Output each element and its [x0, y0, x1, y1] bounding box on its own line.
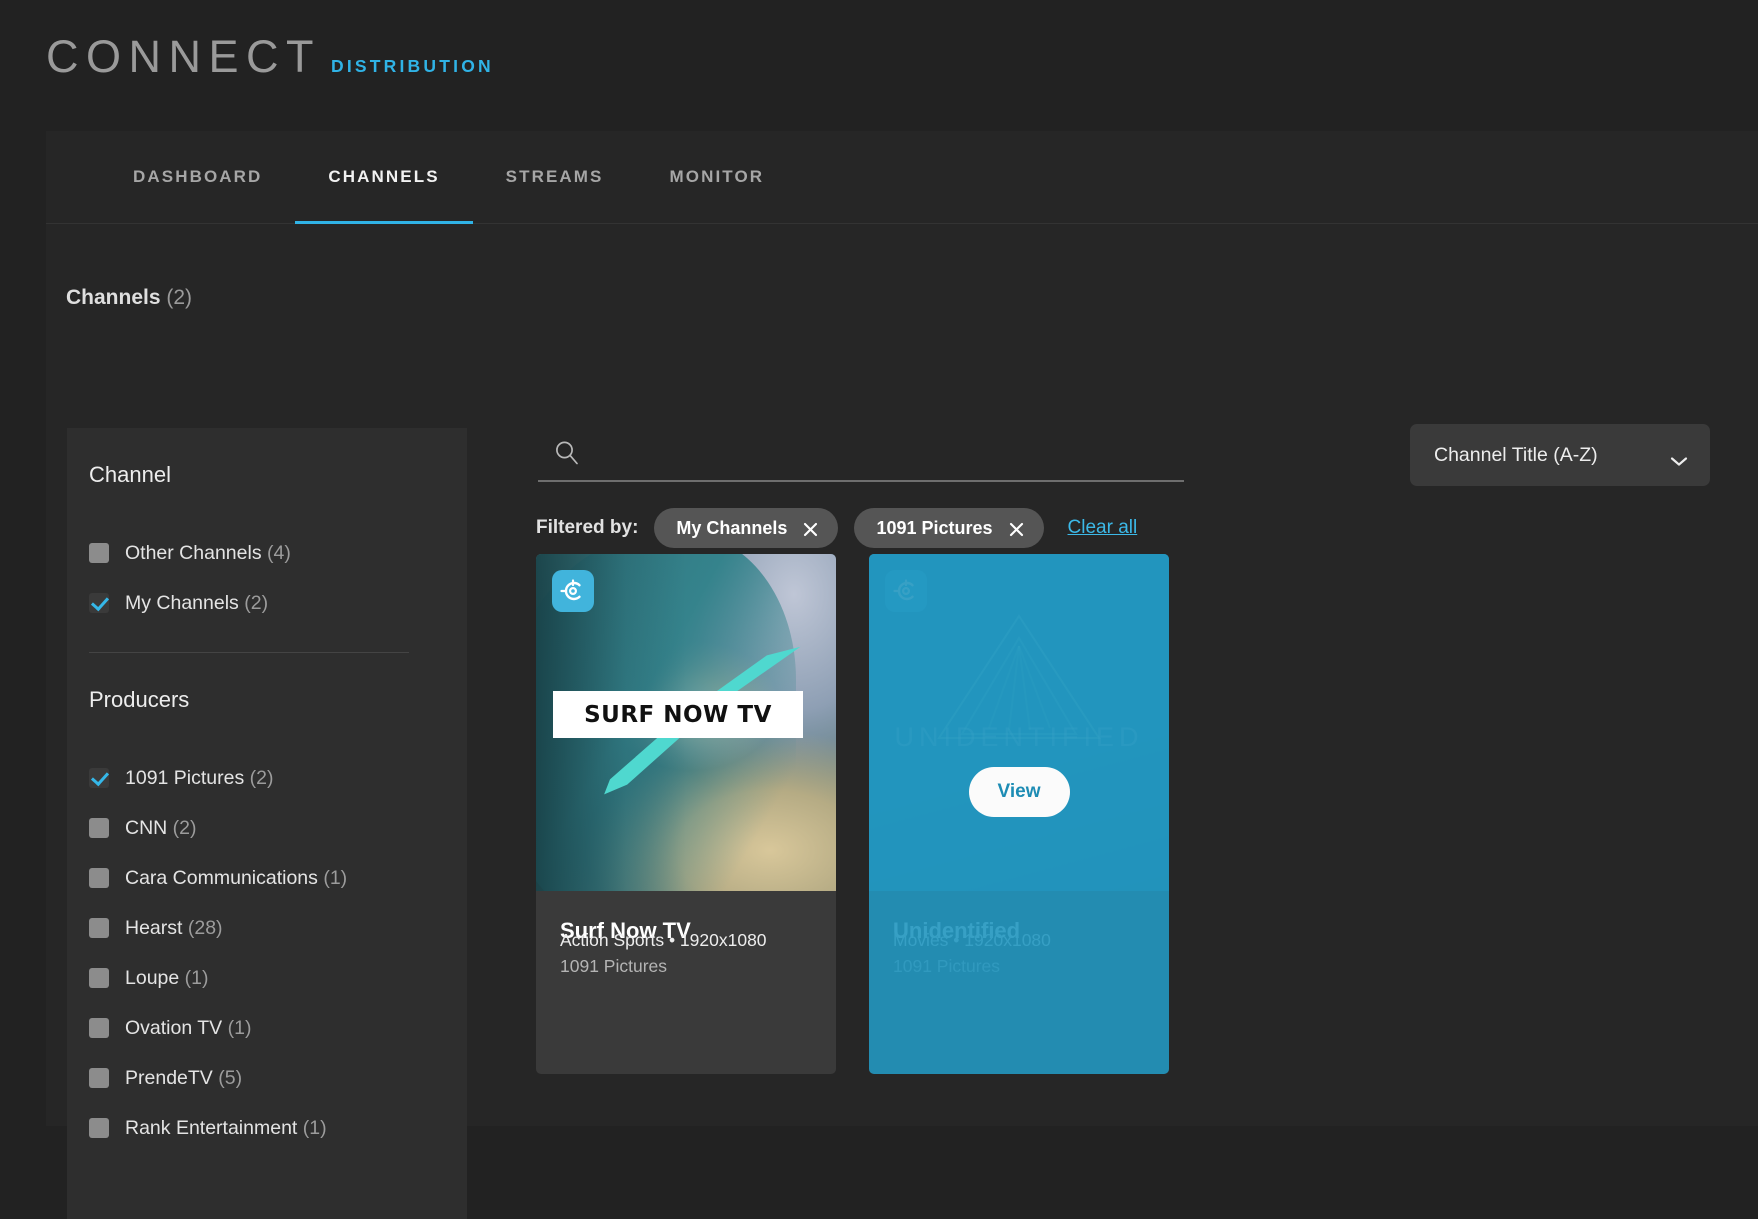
- close-icon[interactable]: [1009, 521, 1024, 536]
- checkbox-icon[interactable]: [89, 1018, 109, 1038]
- search-icon: [552, 438, 582, 468]
- filter-item-label: Rank Entertainment (1): [125, 1117, 327, 1140]
- filter-label-count: (1): [302, 1116, 327, 1139]
- filter-item-ovation-tv[interactable]: Ovation TV (1): [89, 1003, 443, 1053]
- card-hover-overlay[interactable]: View: [869, 554, 1169, 1074]
- filter-item-my-channels[interactable]: My Channels (2): [89, 578, 443, 628]
- filter-item-1091-pictures[interactable]: 1091 Pictures (2): [89, 753, 443, 803]
- channel-logo-text: SURF NOW TV: [584, 701, 772, 728]
- filter-label-text: Hearst: [125, 916, 183, 939]
- checkbox-checked-icon[interactable]: [89, 768, 109, 788]
- filter-label-text: PrendeTV: [125, 1066, 213, 1089]
- brand-logo: CONNECT DISTRIBUTION: [46, 34, 1758, 79]
- brand-name: CONNECT: [46, 31, 321, 82]
- filtered-by-label: Filtered by:: [536, 517, 639, 538]
- tab-channels[interactable]: CHANNELS: [295, 131, 473, 224]
- filter-label-count: (5): [218, 1066, 243, 1089]
- filter-chip-my-channels[interactable]: My Channels: [654, 508, 839, 548]
- app-header: CONNECT DISTRIBUTION: [0, 0, 1758, 130]
- filter-heading-channel: Channel: [89, 462, 171, 487]
- filter-label-text: 1091 Pictures: [125, 766, 245, 789]
- filter-label-count: (2): [249, 766, 274, 789]
- sort-dropdown[interactable]: Channel Title (A-Z): [1410, 424, 1710, 486]
- filter-label-count: (1): [227, 1016, 252, 1039]
- chevron-down-icon: [1670, 450, 1688, 466]
- filter-label-count: (2): [172, 816, 197, 839]
- filter-item-rank-entertainment[interactable]: Rank Entertainment (1): [89, 1103, 443, 1153]
- filter-item-label: CNN (2): [125, 817, 197, 840]
- filter-label-count: (1): [184, 966, 209, 989]
- channel-card-unidentified[interactable]: UNIDENTIFIED Unidentified 1091 Pictures …: [869, 554, 1169, 1074]
- filter-item-label: My Channels (2): [125, 592, 268, 615]
- filter-item-loupe[interactable]: Loupe (1): [89, 953, 443, 1003]
- page-title: Channels (2): [66, 286, 192, 310]
- filter-item-label: Cara Communications (1): [125, 867, 347, 890]
- checkbox-icon[interactable]: [89, 543, 109, 563]
- filter-item-prendetv[interactable]: PrendeTV (5): [89, 1053, 443, 1103]
- tab-dashboard[interactable]: DASHBOARD: [100, 131, 295, 224]
- sort-selected-label: Channel Title (A-Z): [1434, 443, 1598, 466]
- checkbox-icon[interactable]: [89, 1068, 109, 1088]
- filter-chip-label: 1091 Pictures: [876, 517, 993, 538]
- search-bar[interactable]: [538, 426, 1184, 482]
- page-title-text: Channels: [66, 286, 161, 309]
- filter-label-text: CNN: [125, 816, 168, 839]
- filter-label-text: Ovation TV: [125, 1016, 223, 1039]
- filter-item-other-channels[interactable]: Other Channels (4): [89, 528, 443, 578]
- applied-filters: Filtered by: My Channels 1091 Pictures C…: [536, 508, 1137, 548]
- page-title-count: (2): [166, 286, 193, 309]
- view-button[interactable]: View: [968, 767, 1070, 817]
- filter-divider: [89, 652, 409, 653]
- filter-label-text: Other Channels: [125, 541, 262, 564]
- filter-item-cnn[interactable]: CNN (2): [89, 803, 443, 853]
- checkbox-icon[interactable]: [89, 918, 109, 938]
- filter-item-cara-communications[interactable]: Cara Communications (1): [89, 853, 443, 903]
- filter-item-label: Ovation TV (1): [125, 1017, 251, 1040]
- checkbox-icon[interactable]: [89, 1118, 109, 1138]
- filter-label-text: Cara Communications: [125, 866, 318, 889]
- close-icon[interactable]: [803, 521, 818, 536]
- filter-item-label: Hearst (28): [125, 917, 223, 940]
- filter-label-count: (28): [187, 916, 223, 939]
- filter-list-producers: 1091 Pictures (2) CNN (2) Cara Communica…: [89, 753, 443, 1153]
- checkbox-checked-icon[interactable]: [89, 593, 109, 613]
- channel-logo-band: SURF NOW TV: [553, 691, 803, 738]
- filter-label-count: (4): [267, 541, 291, 564]
- filter-label-text: Rank Entertainment: [125, 1116, 298, 1139]
- checkbox-icon[interactable]: [89, 968, 109, 988]
- channel-card-body: Surf Now TV 1091 Pictures Action Sports …: [536, 891, 836, 977]
- channel-producer: 1091 Pictures: [560, 956, 668, 976]
- filter-item-label: Other Channels (4): [125, 542, 291, 565]
- main-panel: DASHBOARD CHANNELS STREAMS MONITOR Chann…: [46, 131, 1758, 1219]
- filter-chip-label: My Channels: [676, 517, 788, 538]
- filter-label-text: My Channels: [125, 591, 239, 614]
- filter-item-label: Loupe (1): [125, 967, 209, 990]
- filter-sidebar: Channel Other Channels (4) My Channels (…: [67, 428, 467, 1219]
- checkbox-icon[interactable]: [89, 818, 109, 838]
- channel-card-grid: SURF NOW TV Surf Now TV 1091 Pictures Ac…: [536, 554, 1169, 1074]
- filter-heading-producers: Producers: [89, 687, 190, 712]
- filter-chip-1091-pictures[interactable]: 1091 Pictures: [854, 508, 1044, 548]
- channel-thumbnail: SURF NOW TV: [536, 554, 836, 891]
- tab-monitor[interactable]: MONITOR: [636, 131, 797, 224]
- tab-streams[interactable]: STREAMS: [473, 131, 637, 224]
- search-input[interactable]: [594, 442, 1184, 464]
- filter-item-label: 1091 Pictures (2): [125, 767, 274, 790]
- filter-list-channel: Other Channels (4) My Channels (2): [89, 528, 443, 628]
- tab-bar: DASHBOARD CHANNELS STREAMS MONITOR: [46, 131, 1758, 224]
- filter-label-text: Loupe: [125, 966, 180, 989]
- connect-badge-icon: [552, 570, 594, 612]
- filter-label-count: (1): [323, 866, 348, 889]
- channel-card-surf-now-tv[interactable]: SURF NOW TV Surf Now TV 1091 Pictures Ac…: [536, 554, 836, 1074]
- brand-suffix: DISTRIBUTION: [331, 56, 494, 76]
- filter-item-hearst[interactable]: Hearst (28): [89, 903, 443, 953]
- channel-meta: Action Sports • 1920x1080: [560, 930, 767, 950]
- filter-label-count: (2): [244, 591, 269, 614]
- clear-all-link[interactable]: Clear all: [1068, 517, 1138, 539]
- checkbox-icon[interactable]: [89, 868, 109, 888]
- filter-item-label: PrendeTV (5): [125, 1067, 242, 1090]
